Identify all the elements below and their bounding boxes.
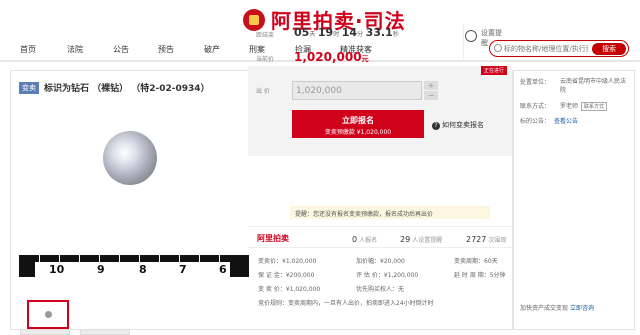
- contact-label: 联系方式：: [520, 103, 551, 110]
- consult-row: 加快资产成交变现 立即咨询: [520, 303, 594, 312]
- search-input[interactable]: [504, 42, 588, 55]
- view-notice-link[interactable]: 查看公告: [554, 116, 578, 125]
- signup-count: 0 人报名: [352, 235, 378, 244]
- countdown-seconds-unit: 秒: [392, 31, 399, 38]
- contact-info: 罗老师 联系方式: [560, 101, 608, 111]
- ruler-number: 7: [179, 263, 187, 276]
- countdown-hours: 19: [317, 26, 334, 39]
- court-emblem-icon: [243, 8, 265, 31]
- ruler-number: 9: [97, 263, 105, 276]
- bid-amount-input[interactable]: [292, 81, 422, 100]
- bid-panel: 正在进行 出 价 + − 立即报名 变卖预缴款 ¥1,020,000 ?如何变卖…: [248, 66, 512, 156]
- current-price-unit: 元: [361, 55, 369, 63]
- bid-label: 出 价: [256, 88, 270, 95]
- detail-item: 评 估 价：¥1,200,000: [356, 272, 419, 279]
- item-main-image[interactable]: 10 9 8 7 6: [19, 103, 249, 329]
- clock-icon: [465, 30, 477, 42]
- increase-bid-button[interactable]: +: [424, 81, 438, 90]
- status-badge: 正在进行: [480, 66, 507, 75]
- help-icon: ?: [432, 122, 440, 130]
- nav-previews[interactable]: 预告: [158, 44, 174, 55]
- stats-row: 阿里拍卖 0 人报名 29 人设置提醒 2727 次围观: [248, 226, 512, 248]
- detail-item: 变卖价：¥1,020,000: [258, 258, 317, 265]
- signup-button[interactable]: 立即报名 变卖预缴款 ¥1,020,000: [292, 110, 424, 138]
- ruler-image: 10 9 8 7 6: [19, 255, 249, 277]
- nav-announcements[interactable]: 公告: [113, 44, 129, 55]
- current-price-label: 当前价: [256, 56, 275, 63]
- consult-text: 加快资产成交变现: [520, 305, 569, 312]
- diamond-thumbnail-image: [45, 311, 52, 318]
- countdown-days: 05: [294, 26, 310, 39]
- detail-item: 变 卖 价：¥1,020,000: [258, 286, 321, 293]
- sale-type-badge: 变卖: [19, 81, 39, 94]
- detail-item: 加价幅：¥20,000: [356, 258, 405, 265]
- contact-method-button[interactable]: 联系方式: [581, 102, 608, 111]
- search-button[interactable]: 搜索: [592, 43, 626, 55]
- thumbnail-1[interactable]: [27, 300, 69, 329]
- help-link-text: 如何变卖报名: [442, 121, 484, 129]
- ruler-number: 10: [49, 263, 65, 276]
- disposal-unit-value[interactable]: 云南省昆明市中级人民法院: [560, 77, 630, 95]
- countdown-hours-unit: 时: [333, 31, 340, 38]
- reminder-label: 设置提醒: [481, 29, 502, 47]
- item-title: 标识为钻石 （裸钻） （特2-02-0934）: [44, 84, 210, 94]
- item-title-row: 变卖 标识为钻石 （裸钻） （特2-02-0934）: [19, 81, 210, 94]
- detail-item: 优先购买权人：无: [356, 286, 405, 293]
- countdown-minutes-unit: 分: [357, 31, 364, 38]
- nav-courts[interactable]: 法院: [67, 44, 83, 55]
- decrease-bid-button[interactable]: −: [424, 91, 438, 100]
- nav-home[interactable]: 首页: [20, 44, 36, 55]
- detail-item: 延 时 周 期：5分钟: [454, 272, 506, 279]
- signup-deposit-text: 变卖预缴款 ¥1,020,000: [324, 129, 392, 136]
- sidebar: 处置单位： 云南省昆明市中级人民法院 联系方式： 罗老师 联系方式 标的公告： 查…: [513, 70, 635, 330]
- countdown-days-unit: 天: [309, 31, 316, 38]
- consult-now-link[interactable]: 立即咨询: [570, 305, 594, 312]
- bottom-tab[interactable]: [80, 329, 130, 335]
- nav-bankruptcy[interactable]: 破产: [204, 44, 220, 55]
- countdown-minutes: 14: [341, 26, 358, 39]
- tip-text: 提醒：您还没有报名变卖预缴款，报名成功后再出价: [295, 211, 434, 218]
- notice-label: 标的公告：: [520, 118, 551, 125]
- search-box: 搜索: [489, 40, 629, 57]
- detail-item: 保 证 金：¥200,000: [258, 272, 315, 279]
- diamond-image: [103, 131, 157, 185]
- how-to-signup-link[interactable]: ? 如何变卖报名: [432, 120, 484, 130]
- ruler-number: 8: [139, 263, 147, 276]
- set-reminder-button[interactable]: 设置提醒: [463, 24, 503, 60]
- current-price: 1,020,000元: [294, 50, 369, 64]
- signup-reminder-tip: 提醒：您还没有报名变卖预缴款，报名成功后再出价: [290, 206, 490, 219]
- countdown-timer: 05天 19时 14分 33.1秒: [294, 26, 399, 39]
- ali-auction-logo: 阿里拍卖: [257, 234, 289, 243]
- bid-rules: 竞价规则：变卖周期内，一旦有人出价，拍卖即进入24小时倒计时: [258, 300, 434, 307]
- current-price-value: 1,020,000: [294, 50, 362, 64]
- reminder-count: 29 人设置提醒: [400, 235, 443, 244]
- countdown-label: 距结束: [256, 32, 275, 39]
- contact-name: 罗老师: [560, 103, 579, 110]
- signup-button-label: 立即报名: [342, 116, 374, 125]
- disposal-unit-label: 处置单位：: [520, 79, 551, 86]
- view-count: 2727 次围观: [466, 235, 507, 244]
- ruler-number: 6: [219, 263, 227, 276]
- bottom-tab[interactable]: [20, 329, 70, 335]
- detail-item: 变卖周期：60天: [454, 258, 498, 265]
- countdown-seconds: 33.1: [365, 26, 393, 39]
